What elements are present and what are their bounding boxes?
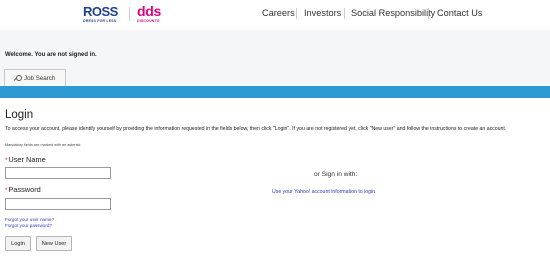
welcome-message: Welcome. You are not signed in. xyxy=(5,52,97,58)
mandatory-note: Mandatory fields are marked with an aste… xyxy=(5,143,82,147)
ross-logo-text: ROSS xyxy=(83,4,118,19)
new-user-button[interactable]: New User xyxy=(36,236,72,251)
accent-bar xyxy=(0,86,550,98)
password-label-text: Password xyxy=(8,185,41,194)
yahoo-login-link[interactable]: Use your Yahoo! account information to l… xyxy=(272,189,375,195)
username-label: *User Name xyxy=(5,155,46,164)
login-button[interactable]: Login xyxy=(5,236,31,251)
password-input[interactable] xyxy=(5,198,111,210)
ross-logo[interactable]: ROSS DRESS FOR LESS xyxy=(83,5,118,23)
nav-divider xyxy=(296,8,297,19)
username-input[interactable] xyxy=(5,167,111,179)
nav-social-responsibility[interactable]: Social Responsibility xyxy=(351,7,435,19)
password-label: *Password xyxy=(5,185,41,194)
tab-label: Job Search xyxy=(24,74,56,82)
site-header: ROSS DRESS FOR LESS dds DISCOUNTS Career… xyxy=(0,0,550,30)
nav-divider xyxy=(428,8,429,19)
required-marker: * xyxy=(5,158,8,164)
nav-contact-us[interactable]: Contact Us xyxy=(437,7,482,19)
nav-investors[interactable]: Investors xyxy=(304,7,341,19)
nav-careers[interactable]: Careers xyxy=(262,7,295,19)
logo-divider xyxy=(129,7,130,21)
forgot-username-link[interactable]: Forgot your user name? xyxy=(5,217,54,222)
forgot-password-link[interactable]: Forgot your password? xyxy=(5,223,52,228)
login-instructions: To access your account, please identify … xyxy=(5,126,507,132)
dds-logo-text: dds xyxy=(137,3,161,19)
dds-logo-tagline: DISCOUNTS xyxy=(137,19,160,23)
username-label-text: User Name xyxy=(8,155,46,164)
ross-logo-tagline: DRESS FOR LESS xyxy=(83,19,117,23)
page-title: Login xyxy=(5,109,34,121)
required-marker: * xyxy=(5,188,8,194)
dds-logo[interactable]: dds DISCOUNTS xyxy=(137,4,161,23)
nav-divider xyxy=(344,8,345,19)
or-sign-in-text: or Sign in with: xyxy=(314,171,358,178)
search-icon xyxy=(14,74,22,82)
status-band xyxy=(0,30,550,86)
tab-job-search[interactable]: Job Search xyxy=(4,69,66,86)
